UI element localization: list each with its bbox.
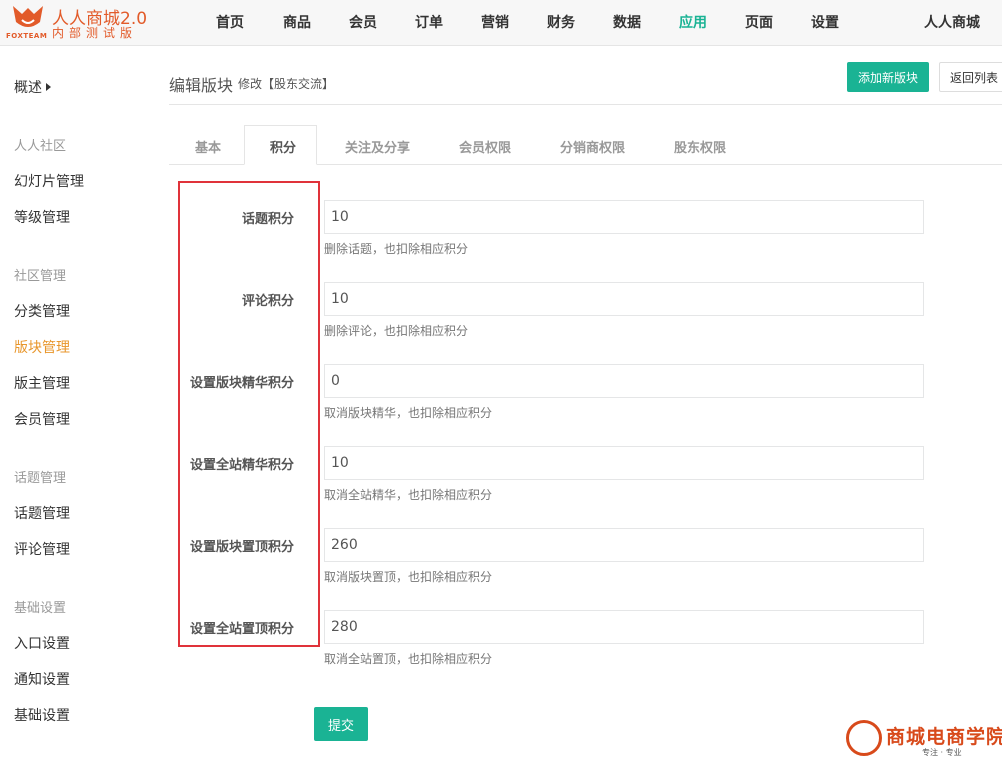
nav-pages[interactable]: 页面 [745,12,773,32]
watermark-seal-icon [846,720,882,756]
field-help: 删除评论，也扣除相应积分 [324,324,469,338]
site-top-points-input[interactable] [324,610,924,644]
field-label-board-top-points: 设置版块置顶积分 [189,540,294,555]
sidebar-group-topics: 话题管理 [14,471,67,486]
watermark-text: 商城电商学院 [886,726,1002,748]
field-label-site-digest-points: 设置全站精华积分 [189,458,294,473]
nav-home[interactable]: 首页 [216,12,244,32]
sidebar-group-community-manage: 社区管理 [14,269,67,284]
sidebar-item-overview[interactable]: 概述 [14,77,51,97]
field-help: 取消版块精华，也扣除相应积分 [324,406,493,420]
sidebar-item-basic-settings[interactable]: 基础设置 [14,705,70,725]
field-help: 删除话题，也扣除相应积分 [324,242,469,256]
brand-logo[interactable]: FOXTEAM 人人商城2.0 内部测试版 [6,2,156,44]
sidebar-item-label: 概述 [14,80,42,96]
sidebar-item-moderators[interactable]: 版主管理 [14,373,70,393]
sidebar-item-notify[interactable]: 通知设置 [14,669,70,689]
field-label-site-top-points: 设置全站置顶积分 [189,622,294,637]
field-help: 取消全站精华，也扣除相应积分 [324,488,493,502]
tab-points[interactable]: 积分 [270,137,296,156]
nav-settings[interactable]: 设置 [811,12,839,32]
page-subtitle: 修改【股东交流】 [238,77,335,91]
sidebar-item-boards[interactable]: 版块管理 [14,337,70,357]
watermark-logo: 商城电商学院 专注 · 专业 [846,720,1002,765]
nav-goods[interactable]: 商品 [283,12,311,32]
tab-shareholder-perms[interactable]: 股东权限 [674,137,726,156]
sidebar-item-levels[interactable]: 等级管理 [14,207,70,227]
site-digest-points-input[interactable] [324,446,924,480]
tab-distributor-perms[interactable]: 分销商权限 [560,137,625,156]
labels-highlight-box [178,181,320,647]
sidebar-group-basic: 基础设置 [14,601,67,616]
submit-button[interactable]: 提交 [314,707,368,741]
field-label-board-digest-points: 设置版块精华积分 [189,376,294,391]
sidebar-item-entry[interactable]: 入口设置 [14,633,70,653]
field-label-topic-points: 话题积分 [241,212,294,227]
comment-points-input[interactable] [324,282,924,316]
nav-data[interactable]: 数据 [613,12,641,32]
sidebar-item-topics[interactable]: 话题管理 [14,503,70,523]
page-title: 编辑版块 [169,76,234,95]
tab-member-perms[interactable]: 会员权限 [459,137,511,156]
field-help: 取消版块置顶，也扣除相应积分 [324,570,493,584]
sidebar-item-slides[interactable]: 幻灯片管理 [14,171,84,191]
field-help: 取消全站置顶，也扣除相应积分 [324,652,493,666]
sidebar-item-members[interactable]: 会员管理 [14,409,70,429]
back-to-list-button[interactable]: 返回列表 [939,62,1002,92]
caret-right-icon [46,83,51,91]
add-board-button[interactable]: 添加新版块 [847,62,929,92]
shop-name-menu[interactable]: 人人商城 [924,12,980,32]
sidebar-item-categories[interactable]: 分类管理 [14,301,70,321]
brand-subtitle: 内部测试版 [52,26,138,40]
tab-basic[interactable]: 基本 [195,137,221,156]
sidebar: 概述 人人社区 幻灯片管理 等级管理 社区管理 分类管理 版块管理 版主管理 会… [0,47,150,765]
nav-finance[interactable]: 财务 [547,12,575,32]
sidebar-item-comments[interactable]: 评论管理 [14,539,70,559]
nav-apps[interactable]: 应用 [679,12,707,32]
topic-points-input[interactable] [324,200,924,234]
watermark-subtext: 专注 · 专业 [922,748,962,757]
sidebar-group-community: 人人社区 [14,139,67,154]
header-divider [169,104,1002,105]
nav-member[interactable]: 会员 [349,12,377,32]
field-label-comment-points: 评论积分 [241,294,294,309]
top-navbar: FOXTEAM 人人商城2.0 内部测试版 首页 商品 会员 订单 营销 财务 … [0,0,1002,46]
nav-marketing[interactable]: 营销 [481,12,509,32]
tab-follow-share[interactable]: 关注及分享 [345,137,410,156]
nav-orders[interactable]: 订单 [415,12,443,32]
fox-logo-icon [13,6,43,27]
board-digest-points-input[interactable] [324,364,924,398]
board-top-points-input[interactable] [324,528,924,562]
brand-logo-sub: FOXTEAM [6,32,48,40]
